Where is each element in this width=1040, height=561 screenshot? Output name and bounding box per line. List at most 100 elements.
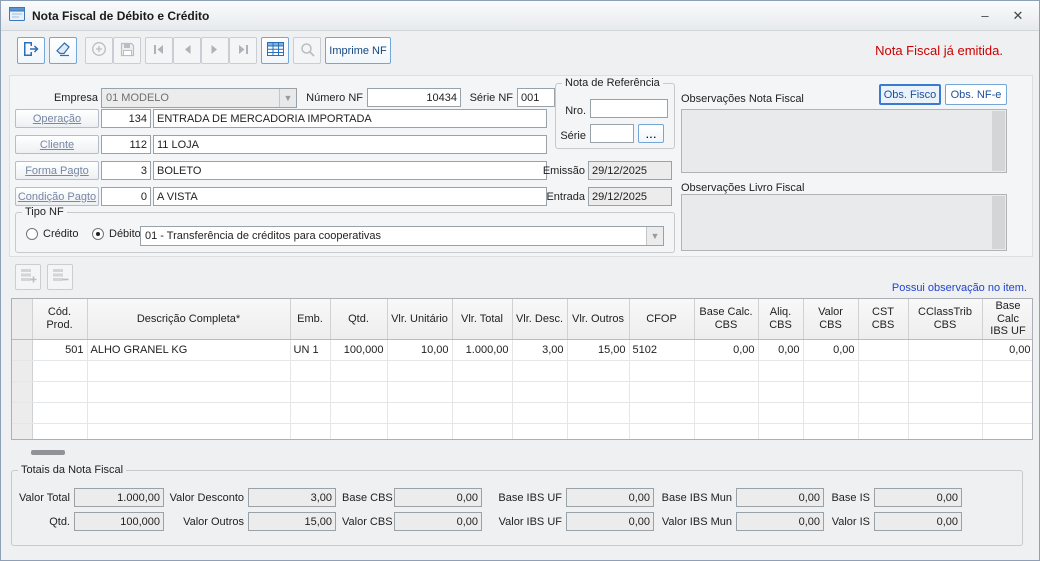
ref-nro-field[interactable] xyxy=(590,99,668,118)
col-header: Qtd. xyxy=(330,299,388,340)
serie-nf-field[interactable]: 001 xyxy=(517,88,555,107)
operacao-desc-field[interactable]: ENTRADA DE MERCADORIA IMPORTADA xyxy=(153,109,547,128)
next-record-icon xyxy=(210,43,220,58)
grid-body: 501 ALHO GRANEL KG UN 1 100,000 10,00 1.… xyxy=(12,339,1032,439)
total-label: Qtd. xyxy=(49,515,70,528)
total-label: Valor Total xyxy=(19,491,70,504)
first-record-icon xyxy=(153,43,165,58)
total-valor-desconto: Valor Desconto 3,00 xyxy=(162,488,336,507)
minimize-icon[interactable]: – xyxy=(972,5,998,27)
app-icon xyxy=(9,7,25,24)
cliente-desc-field[interactable]: 11 LOJA xyxy=(153,135,547,154)
cell-vlr-desc[interactable]: 3,00 xyxy=(512,339,568,361)
cell-valor-cbs[interactable]: 0,00 xyxy=(803,339,859,361)
total-valor-outros: Valor Outros 15,00 xyxy=(162,512,336,531)
tipo-nf-combo[interactable]: 01 - Transferência de créditos para coop… xyxy=(140,226,664,246)
condicao-pagto-button[interactable]: Condição Pagto xyxy=(15,187,99,206)
entrada-label: Entrada xyxy=(546,190,585,203)
grid-icon xyxy=(266,42,284,59)
debito-radio[interactable]: Débito xyxy=(92,228,141,240)
close-icon[interactable]: ✕ xyxy=(1005,5,1031,27)
cliente-code-field[interactable]: 112 xyxy=(101,135,151,154)
condicao-pagto-code-field[interactable]: 0 xyxy=(101,187,151,206)
obs-nfe-button[interactable]: Obs. NF-e xyxy=(945,84,1007,105)
clear-button[interactable] xyxy=(49,37,77,64)
cell-base-calc-ibs-uf[interactable]: 0,00 xyxy=(982,339,1032,361)
table-row-empty[interactable] xyxy=(12,423,1032,439)
cell-emb[interactable]: UN 1 xyxy=(290,339,331,361)
total-base-ibs-mun: Base IBS Mun 0,00 xyxy=(660,488,824,507)
total-label: Base CBS xyxy=(342,491,393,504)
cell-vlr-outros[interactable]: 15,00 xyxy=(567,339,630,361)
row-selector[interactable] xyxy=(12,402,33,424)
search-button xyxy=(293,37,321,64)
cell-cclasstrib-cbs[interactable] xyxy=(908,339,983,361)
first-record-button xyxy=(145,37,173,64)
operacao-button[interactable]: Operação xyxy=(15,109,99,128)
table-row-empty[interactable] xyxy=(12,381,1032,403)
col-header: CFOP xyxy=(629,299,695,340)
condicao-pagto-desc-field[interactable]: A VISTA xyxy=(153,187,547,206)
table-row-empty[interactable] xyxy=(12,402,1032,424)
tipo-nf-title: Tipo NF xyxy=(25,206,64,218)
prior-record-icon xyxy=(182,43,192,58)
total-value: 0,00 xyxy=(394,488,482,507)
col-header: Base Calc IBS UF xyxy=(982,299,1032,340)
col-header: CST CBS xyxy=(858,299,909,340)
col-header: Descrição Completa* xyxy=(87,299,291,340)
total-value: 15,00 xyxy=(248,512,336,531)
add-button xyxy=(85,37,113,64)
ref-lookup-button[interactable]: ... xyxy=(638,124,664,143)
grid-view-button[interactable] xyxy=(261,37,289,64)
cell-qtd[interactable]: 100,000 xyxy=(330,339,388,361)
row-selector[interactable] xyxy=(12,381,33,403)
horizontal-scrollbar-thumb[interactable] xyxy=(31,450,65,455)
tipo-nf-value: 01 - Transferência de créditos para coop… xyxy=(145,230,382,242)
empresa-label: Empresa xyxy=(53,91,98,104)
row-selector[interactable] xyxy=(12,360,33,382)
cell-vlr-total[interactable]: 1.000,00 xyxy=(452,339,513,361)
ref-serie-field[interactable] xyxy=(590,124,634,143)
total-valor-ibs-uf: Valor IBS UF 0,00 xyxy=(494,512,654,531)
forma-pagto-desc-field[interactable]: BOLETO xyxy=(153,161,547,180)
table-row[interactable]: 501 ALHO GRANEL KG UN 1 100,000 10,00 1.… xyxy=(12,339,1032,361)
forma-pagto-button[interactable]: Forma Pagto xyxy=(15,161,99,180)
exit-button[interactable] xyxy=(17,37,45,64)
ref-nro-label: Nro. xyxy=(565,104,586,117)
cell-descricao[interactable]: ALHO GRANEL KG xyxy=(87,339,291,361)
numero-nf-field[interactable]: 10434 xyxy=(367,88,461,107)
cliente-button[interactable]: Cliente xyxy=(15,135,99,154)
cell-cfop[interactable]: 5102 xyxy=(629,339,695,361)
total-valor-ibs-mun: Valor IBS Mun 0,00 xyxy=(660,512,824,531)
emissao-label: Emissão xyxy=(542,164,585,177)
imprime-nf-button[interactable]: Imprime NF xyxy=(325,37,391,64)
cell-vlr-unitario[interactable]: 10,00 xyxy=(387,339,453,361)
total-value: 1.000,00 xyxy=(74,488,164,507)
cell-cod-prod[interactable]: 501 xyxy=(32,339,88,361)
eraser-icon xyxy=(55,41,71,60)
cell-aliq-cbs[interactable]: 0,00 xyxy=(758,339,804,361)
obs-fisco-button[interactable]: Obs. Fisco xyxy=(879,84,941,105)
scrollbar xyxy=(992,196,1005,249)
window-title: Nota Fiscal de Débito e Crédito xyxy=(32,8,210,23)
total-value: 0,00 xyxy=(394,512,482,531)
col-header: Aliq. CBS xyxy=(758,299,804,340)
numero-nf-label: Número NF xyxy=(306,91,363,104)
col-header: Cód. Prod. xyxy=(32,299,88,340)
grid-header: Cód. Prod. Descrição Completa* Emb. Qtd.… xyxy=(12,299,1032,340)
total-value: 3,00 xyxy=(248,488,336,507)
remove-item-button xyxy=(47,264,73,290)
table-row-empty[interactable] xyxy=(12,360,1032,382)
total-label: Valor IS xyxy=(831,515,870,528)
operacao-code-field[interactable]: 134 xyxy=(101,109,151,128)
forma-pagto-code-field[interactable]: 3 xyxy=(101,161,151,180)
nota-referencia-title: Nota de Referência xyxy=(565,77,660,89)
ellipsis-icon: ... xyxy=(645,126,657,141)
row-selector[interactable] xyxy=(12,339,33,361)
last-record-button xyxy=(229,37,257,64)
cell-cst-cbs[interactable] xyxy=(858,339,909,361)
add-icon xyxy=(91,41,107,60)
cell-base-calc-cbs[interactable]: 0,00 xyxy=(694,339,759,361)
row-selector[interactable] xyxy=(12,423,33,439)
credito-radio[interactable]: Crédito xyxy=(26,228,78,240)
